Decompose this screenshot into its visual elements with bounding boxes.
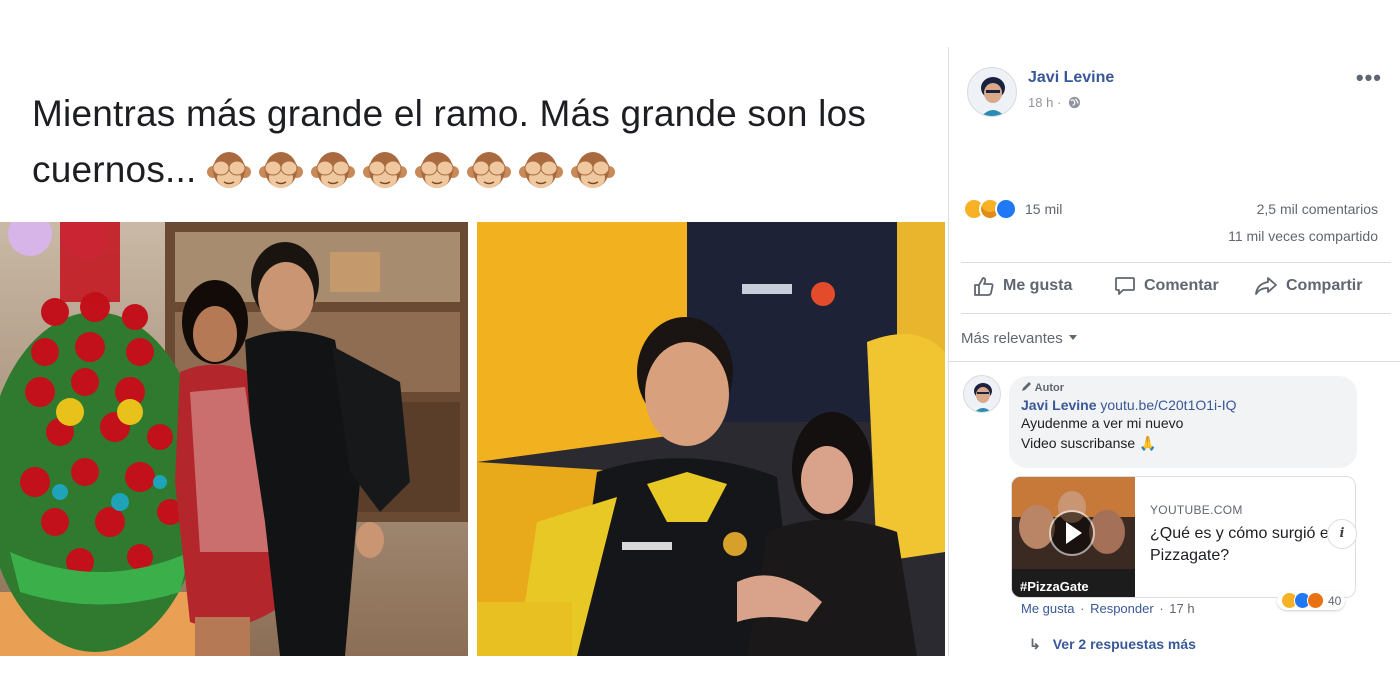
see-no-evil-monkey-emoji [310, 152, 355, 189]
comment-reaction-count: 40 [1328, 593, 1342, 608]
link-title[interactable]: ¿Qué es y cómo surgió el Pizzagate? [1150, 523, 1350, 567]
thumbnail-caption: #PizzaGate [1020, 579, 1089, 594]
comment-author[interactable]: Javi Levine [1021, 397, 1097, 413]
photo-stadium-couple[interactable] [477, 222, 945, 656]
comment-button[interactable]: Comentar [1114, 275, 1219, 297]
divider [949, 361, 1400, 362]
comment-reply-link[interactable]: Responder [1090, 601, 1154, 616]
author-badge-label: Autor [1034, 382, 1064, 394]
divider [961, 262, 1391, 263]
share-label: Compartir [1286, 277, 1363, 294]
post-side-panel: Javi Levine 18 h · ••• 15 mil 2,5 mil co… [948, 47, 1400, 656]
photo-couple-with-flowers[interactable] [0, 222, 468, 656]
comment-time[interactable]: 17 h [1169, 601, 1194, 616]
like-label: Me gusta [1003, 277, 1073, 294]
see-no-evil-monkey-emoji [570, 152, 615, 189]
facebook-post-screenshot: Mientras más grande el ramo. Más grande … [0, 0, 1400, 700]
comment-link[interactable]: youtu.be/C20t1O1i-IQ [1100, 397, 1236, 413]
see-no-evil-monkey-emoji [258, 152, 303, 189]
reactions-count: 15 mil [1025, 201, 1063, 217]
comment-text-line1: Ayudenme a ver mi nuevo [1021, 415, 1184, 431]
reactions-summary[interactable]: 15 mil [963, 198, 1062, 220]
emoji-row [206, 144, 623, 200]
comment-label: Comentar [1144, 277, 1219, 294]
see-no-evil-monkey-emoji [362, 152, 407, 189]
more-options-icon[interactable]: ••• [1356, 65, 1382, 91]
see-no-evil-monkey-emoji [414, 152, 459, 189]
author-avatar[interactable] [967, 67, 1017, 117]
comment-bubble: Autor Javi Levine youtu.be/C20t1O1i-IQ A… [1009, 376, 1357, 468]
comments-count[interactable]: 2,5 mil comentarios [1257, 201, 1378, 217]
see-no-evil-monkey-emoji [518, 152, 563, 189]
shares-count[interactable]: 11 mil veces compartido [1228, 228, 1378, 244]
comment-actions: Me gusta · Responder · 17 h [1021, 601, 1195, 616]
post-timestamp[interactable]: 18 h · [1028, 95, 1081, 110]
more-replies-label: Ver 2 respuestas más [1052, 636, 1196, 652]
reply-arrow-icon: ↳ [1029, 636, 1041, 652]
see-no-evil-monkey-emoji [466, 152, 511, 189]
sort-label: Más relevantes [961, 330, 1063, 347]
comment-reactions[interactable]: 40 [1277, 591, 1346, 610]
pencil-icon [1022, 382, 1031, 391]
link-preview-card[interactable]: #PizzaGate YOUTUBE.COM ¿Qué es y cómo su… [1011, 476, 1356, 598]
comment-sort-dropdown[interactable]: Más relevantes [961, 330, 1077, 347]
link-domain: YOUTUBE.COM [1150, 503, 1243, 517]
info-icon[interactable]: i [1327, 519, 1357, 549]
globe-icon [1068, 96, 1080, 109]
post-time-label: 18 h [1028, 95, 1054, 110]
commenter-avatar[interactable] [963, 375, 1001, 413]
see-no-evil-monkey-emoji [206, 152, 251, 189]
angry-reaction-icon [1307, 592, 1324, 609]
share-button[interactable]: Compartir [1254, 275, 1362, 297]
post-text: Mientras más grande el ramo. Más grande … [32, 86, 932, 200]
author-badge: Autor [1021, 381, 1345, 394]
divider [961, 313, 1391, 314]
share-arrow-icon [1255, 277, 1277, 295]
like-reaction-icon [995, 198, 1017, 220]
comment-like-link[interactable]: Me gusta [1021, 601, 1074, 616]
video-thumbnail[interactable]: #PizzaGate [1012, 477, 1135, 597]
caret-down-icon [1068, 335, 1077, 340]
thumbs-up-icon [974, 277, 994, 296]
more-replies-link[interactable]: ↳ Ver 2 respuestas más [1029, 636, 1196, 653]
author-name[interactable]: Javi Levine [1028, 69, 1114, 87]
comment-text-line2: Video suscribanse 🙏 [1021, 435, 1157, 451]
like-button[interactable]: Me gusta [973, 275, 1072, 297]
comment-bubble-icon [1115, 277, 1135, 295]
